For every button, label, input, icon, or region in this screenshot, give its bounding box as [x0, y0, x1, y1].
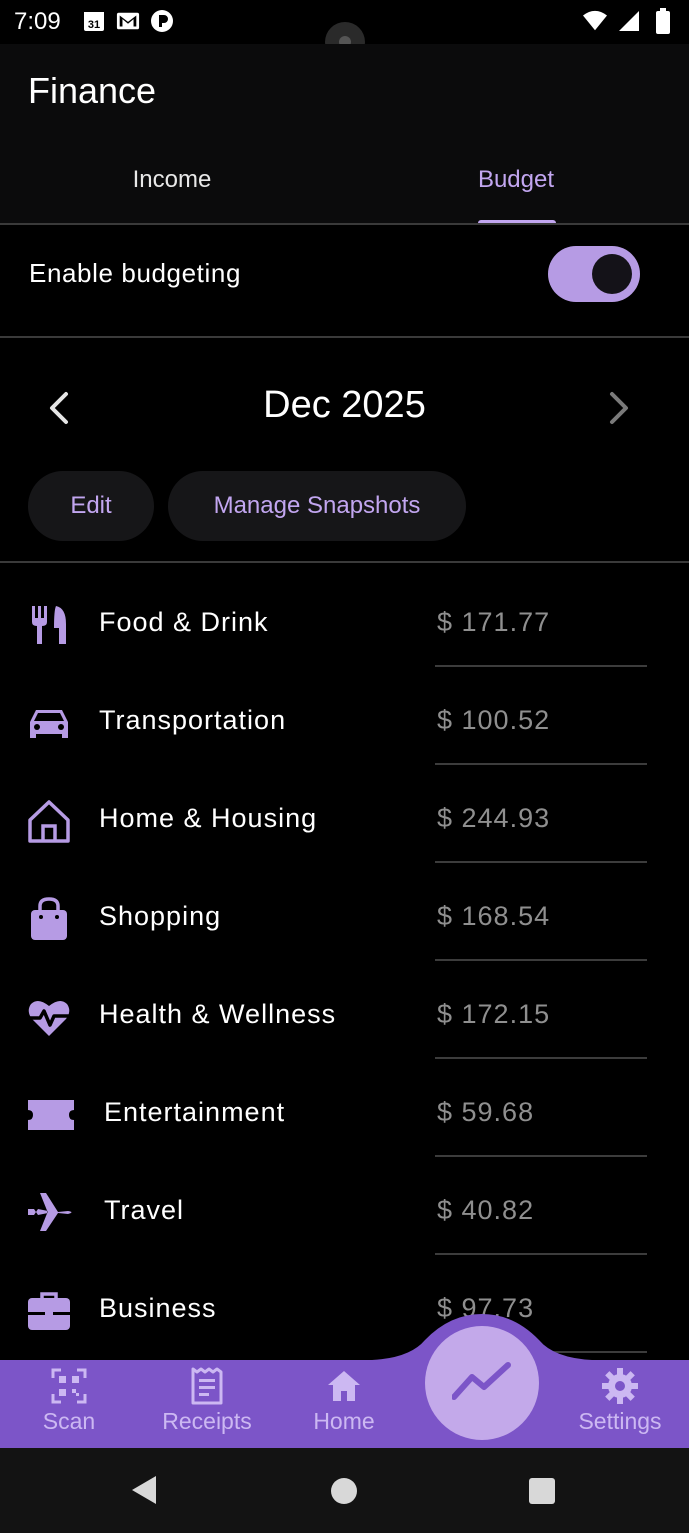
category-amount[interactable]: $ 168.54: [437, 901, 550, 932]
category-amount[interactable]: $ 244.93: [437, 803, 550, 834]
receipt-icon: [187, 1366, 227, 1406]
nav-receipts[interactable]: Receipts: [147, 1366, 267, 1435]
category-row-travel[interactable]: Travel $ 40.82: [0, 1151, 689, 1255]
analytics-fab-button[interactable]: [425, 1326, 539, 1440]
app-notification-icon: [150, 9, 174, 33]
category-label: Travel: [104, 1195, 185, 1225]
ticket-icon: [26, 1092, 76, 1138]
enable-budgeting-row: Enable budgeting: [0, 225, 689, 337]
status-time: 7:09: [14, 8, 61, 35]
system-home-icon[interactable]: [331, 1478, 357, 1504]
system-back-icon[interactable]: [130, 1474, 158, 1511]
edit-button[interactable]: Edit: [28, 471, 154, 541]
status-icons-left: 31: [82, 9, 174, 33]
category-amount[interactable]: $ 172.15: [437, 999, 550, 1030]
category-row-food-drink[interactable]: Food & Drink $ 171.77: [0, 563, 689, 667]
toggle-knob: [592, 254, 632, 294]
system-recents-icon[interactable]: [529, 1478, 555, 1504]
manage-snapshots-button[interactable]: Manage Snapshots: [168, 471, 466, 541]
status-bar: 7:09 31: [0, 0, 689, 62]
nav-scan-label: Scan: [42, 1408, 96, 1434]
car-icon: [26, 700, 72, 746]
category-label: Food & Drink: [99, 607, 269, 637]
category-label: Health & Wellness: [99, 999, 337, 1029]
calendar-icon: 31: [82, 9, 106, 33]
battery-icon: [651, 8, 675, 34]
house-icon: [26, 798, 72, 844]
home-icon: [324, 1366, 364, 1406]
signal-icon: [617, 9, 641, 33]
app-bar: Finance Income Budget: [0, 44, 689, 224]
nav-home[interactable]: Home: [284, 1366, 404, 1435]
month-label: Dec 2025: [263, 384, 426, 426]
nav-scan[interactable]: Scan: [9, 1366, 129, 1435]
tab-budget[interactable]: Budget: [344, 166, 688, 194]
category-row-entertainment[interactable]: Entertainment $ 59.68: [0, 1053, 689, 1157]
category-label: Shopping: [99, 901, 222, 931]
category-list: Food & Drink $ 171.77 Transportation $ 1…: [0, 563, 689, 1360]
fork-knife-icon: [26, 602, 72, 648]
nav-settings[interactable]: Settings: [560, 1366, 680, 1435]
nav-home-label: Home: [313, 1408, 375, 1434]
chevron-left-icon[interactable]: [40, 388, 80, 428]
chevron-right-icon[interactable]: [598, 388, 638, 428]
gmail-icon: [116, 9, 140, 33]
category-label: Entertainment: [104, 1097, 286, 1127]
category-row-transportation[interactable]: Transportation $ 100.52: [0, 661, 689, 765]
calendar-day: 31: [88, 19, 100, 31]
system-nav-bar: [0, 1448, 689, 1533]
category-label: Transportation: [99, 705, 287, 735]
category-row-health-wellness[interactable]: Health & Wellness $ 172.15: [0, 955, 689, 1059]
airplane-icon: [26, 1190, 76, 1236]
category-amount[interactable]: $ 40.82: [437, 1195, 534, 1226]
heart-pulse-icon: [26, 994, 72, 1040]
enable-budgeting-toggle[interactable]: [548, 246, 640, 302]
qr-code-icon: [49, 1366, 89, 1406]
category-label: Home & Housing: [99, 803, 318, 833]
gear-icon: [600, 1366, 640, 1406]
category-amount[interactable]: $ 100.52: [437, 705, 550, 736]
nav-settings-label: Settings: [578, 1408, 662, 1434]
page-title: Finance: [28, 70, 157, 111]
status-icons-right: [583, 8, 675, 34]
nav-receipts-label: Receipts: [162, 1408, 252, 1434]
trending-chart-icon: [451, 1361, 512, 1406]
shopping-bag-icon: [26, 896, 72, 942]
tab-income[interactable]: Income: [0, 166, 344, 194]
enable-budgeting-label: Enable budgeting: [29, 258, 242, 288]
category-amount[interactable]: $ 59.68: [437, 1097, 534, 1128]
divider: [0, 336, 689, 338]
category-row-shopping[interactable]: Shopping $ 168.54: [0, 857, 689, 961]
category-row-home-housing[interactable]: Home & Housing $ 244.93: [0, 759, 689, 863]
category-amount[interactable]: $ 171.77: [437, 607, 550, 638]
wifi-icon: [583, 9, 607, 33]
